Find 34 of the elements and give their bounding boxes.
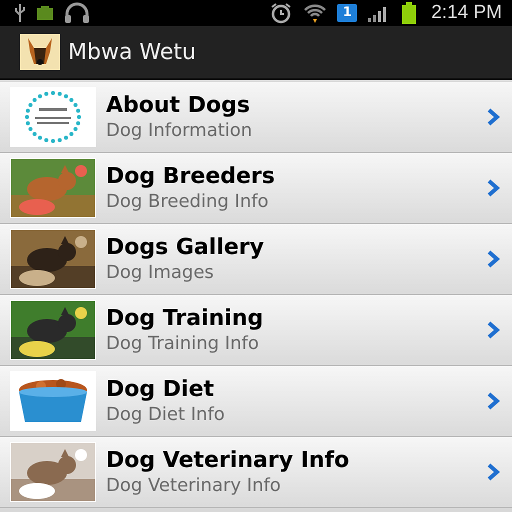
battery-icon: [401, 2, 418, 24]
item-title: About Dogs: [106, 93, 251, 118]
item-title: Dog Training: [106, 306, 264, 331]
chevron-icon: [486, 320, 500, 340]
usb-icon: [14, 3, 26, 23]
notification-badge: 1: [337, 4, 358, 22]
app-logo[interactable]: [20, 34, 60, 70]
app-title: Mbwa Wetu: [68, 40, 196, 64]
item-title: Dog Breeders: [106, 164, 276, 189]
list-item[interactable]: Dog Veterinary Info Dog Veterinary Info: [0, 437, 512, 508]
item-subtitle: Dog Images: [106, 262, 215, 283]
chevron-icon: [486, 107, 500, 127]
item-title: Dogs Gallery: [106, 235, 265, 260]
list-item[interactable]: About Dogs Dog Information: [0, 82, 512, 153]
item-subtitle: Dog Information: [106, 120, 254, 141]
chevron-icon: [486, 391, 500, 411]
item-subtitle: Dog Training Info: [106, 333, 260, 354]
wifi-icon: [303, 2, 328, 24]
list-item[interactable]: Dog Diet Dog Diet Info: [0, 366, 512, 437]
item-title: Dog Diet: [106, 377, 216, 402]
battery-icon: [36, 5, 54, 21]
item-title: Dog Veterinary Info: [106, 448, 350, 473]
alarm-icon: [269, 2, 294, 24]
item-subtitle: Dog Diet Info: [106, 404, 226, 425]
list-item[interactable]: Dogs Gallery Dog Images: [0, 224, 512, 295]
clock-time: 2:14 PM: [431, 2, 502, 24]
item-subtitle: Dog Breeding Info: [106, 191, 270, 212]
chevron-icon: [486, 462, 500, 482]
chevron-icon: [486, 178, 500, 198]
chevron-icon: [486, 249, 500, 269]
item-subtitle: Dog Veterinary Info: [106, 475, 282, 496]
headphones-icon: [64, 2, 90, 24]
list-item[interactable]: Dog Training Dog Training Info: [0, 295, 512, 366]
list-item[interactable]: Dog Breeders Dog Breeding Info: [0, 153, 512, 224]
